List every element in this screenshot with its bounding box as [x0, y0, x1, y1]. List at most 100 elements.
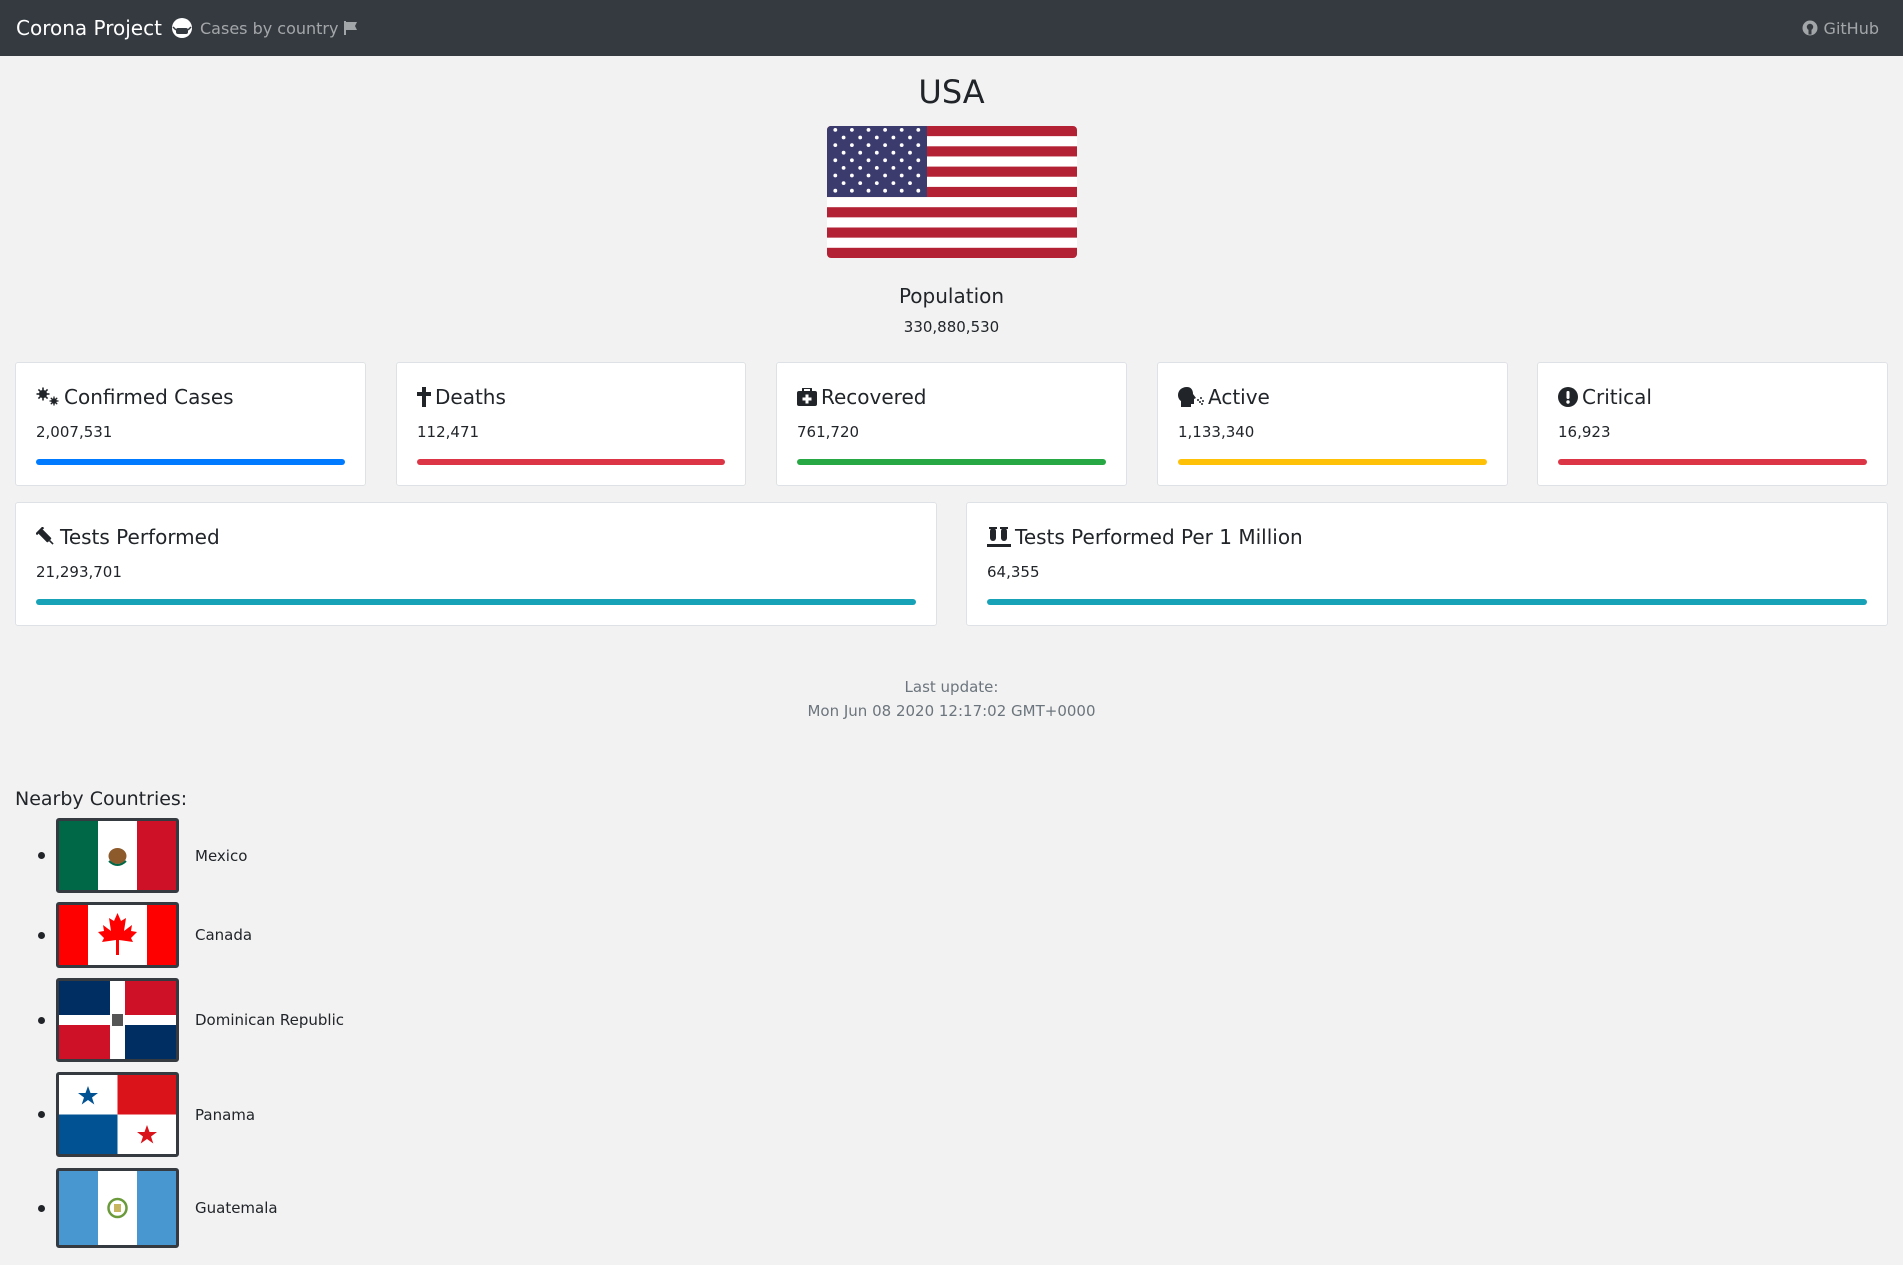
flag-star	[866, 143, 871, 147]
flag-star	[908, 181, 912, 185]
critical-label: Critical	[1582, 385, 1652, 409]
recovered-label: Recovered	[821, 385, 927, 409]
nearby-country-panama[interactable]: Panama	[38, 1072, 255, 1157]
nearby-country-canada[interactable]: Canada	[38, 902, 252, 968]
stat-card-tests: Tests Performed 21,293,701	[15, 502, 937, 626]
confirmed-value: 2,007,531	[36, 423, 113, 441]
flag-star	[833, 188, 838, 193]
head-cough-icon	[1178, 387, 1204, 407]
flag-star	[833, 158, 838, 163]
flag-star	[850, 188, 854, 193]
population-value: 330,880,530	[903, 318, 1000, 336]
flag-star	[891, 181, 896, 185]
guatemala-flag[interactable]	[56, 1168, 179, 1248]
cases-by-country-link[interactable]: Cases by country	[200, 0, 359, 56]
usa-flag	[827, 126, 1077, 258]
flag-star	[841, 135, 846, 140]
face-mask-icon	[171, 18, 192, 38]
tests-value: 21,293,701	[36, 563, 122, 581]
guatemala-name[interactable]: Guatemala	[195, 1199, 278, 1217]
flag-star	[874, 181, 879, 185]
github-label: GitHub	[1823, 18, 1879, 38]
mexico-flag[interactable]	[56, 818, 179, 893]
list-bullet	[38, 852, 45, 859]
stat-card-deaths: Deaths 112,471	[396, 362, 746, 486]
flag-star	[883, 158, 887, 163]
recovered-value: 761,720	[797, 423, 860, 441]
flag-star	[908, 135, 912, 140]
nearby-country-guatemala[interactable]: Guatemala	[38, 1168, 278, 1248]
flag-star	[841, 150, 846, 155]
flag-star	[883, 188, 887, 193]
active-bar	[1178, 459, 1487, 465]
flag-star	[916, 143, 921, 147]
deaths-label: Deaths	[435, 385, 506, 409]
stat-card-confirmed: Confirmed Cases 2,007,531	[15, 362, 366, 486]
list-bullet	[38, 1016, 45, 1024]
population-label: Population	[898, 284, 1005, 308]
vials-icon	[987, 527, 1011, 547]
stat-card-tests-per-million: Tests Performed Per 1 Million 64,355	[966, 502, 1888, 626]
flag-star	[866, 173, 871, 178]
tests-per-million-bar	[987, 599, 1867, 605]
syringe-icon	[36, 527, 54, 545]
flag-star	[908, 150, 912, 155]
flag-star	[850, 173, 854, 178]
flag-star	[850, 128, 854, 132]
stat-card-active: Active 1,133,340	[1157, 362, 1508, 486]
list-bullet	[38, 931, 45, 939]
nearby-countries-title: Nearby Countries:	[15, 788, 188, 810]
critical-bar	[1558, 459, 1867, 465]
list-bullet	[38, 1111, 45, 1118]
flag-star	[916, 173, 921, 178]
nearby-country-dominican-republic[interactable]: Dominican Republic	[38, 978, 344, 1062]
flag-star	[858, 135, 863, 140]
github-link[interactable]: GitHub	[1802, 0, 1879, 56]
flag-star	[916, 128, 921, 132]
flag-star	[874, 166, 879, 170]
navbar: Corona Project Cases by country GitHub	[0, 0, 1903, 56]
confirmed-label: Confirmed Cases	[64, 385, 234, 409]
flag-star	[883, 143, 887, 147]
brand-label: Corona Project	[16, 16, 162, 40]
recovered-bar	[797, 459, 1106, 465]
deaths-bar	[417, 459, 725, 465]
tests-per-million-label: Tests Performed Per 1 Million	[1015, 525, 1303, 549]
tests-bar	[36, 599, 916, 605]
exclamation-circle-icon	[1558, 387, 1578, 407]
country-title: USA	[918, 73, 985, 111]
flag-star	[899, 158, 904, 163]
flag-icon	[344, 21, 358, 35]
virus-icon	[36, 387, 59, 406]
flag-star	[916, 158, 921, 163]
flag-star	[899, 128, 904, 132]
canada-flag[interactable]	[56, 902, 179, 968]
mexico-name[interactable]: Mexico	[195, 847, 247, 865]
dominican-republic-name[interactable]: Dominican Republic	[195, 1011, 344, 1029]
flag-star	[833, 143, 838, 147]
tests-label: Tests Performed	[60, 525, 220, 549]
canada-name[interactable]: Canada	[195, 926, 252, 944]
flag-star	[858, 166, 863, 170]
medkit-icon	[797, 388, 817, 406]
stat-card-critical: Critical 16,923	[1537, 362, 1888, 486]
flag-star	[891, 166, 896, 170]
flag-star	[874, 135, 879, 140]
panama-flag[interactable]	[56, 1072, 179, 1157]
brand-link[interactable]: Corona Project	[16, 0, 193, 56]
flag-star	[858, 181, 863, 185]
flag-star	[899, 188, 904, 193]
cases-by-country-label: Cases by country	[200, 18, 339, 38]
flag-star	[833, 128, 838, 132]
flag-star	[899, 143, 904, 147]
flag-star	[908, 166, 912, 170]
flag-star	[891, 150, 896, 155]
deaths-value: 112,471	[417, 423, 480, 441]
flag-star	[850, 158, 854, 163]
panama-name[interactable]: Panama	[195, 1106, 255, 1124]
list-bullet	[38, 1204, 45, 1212]
dominican-republic-flag[interactable]	[56, 978, 179, 1062]
flag-star	[866, 128, 871, 132]
flag-star	[899, 173, 904, 178]
nearby-country-mexico[interactable]: Mexico	[38, 818, 247, 893]
